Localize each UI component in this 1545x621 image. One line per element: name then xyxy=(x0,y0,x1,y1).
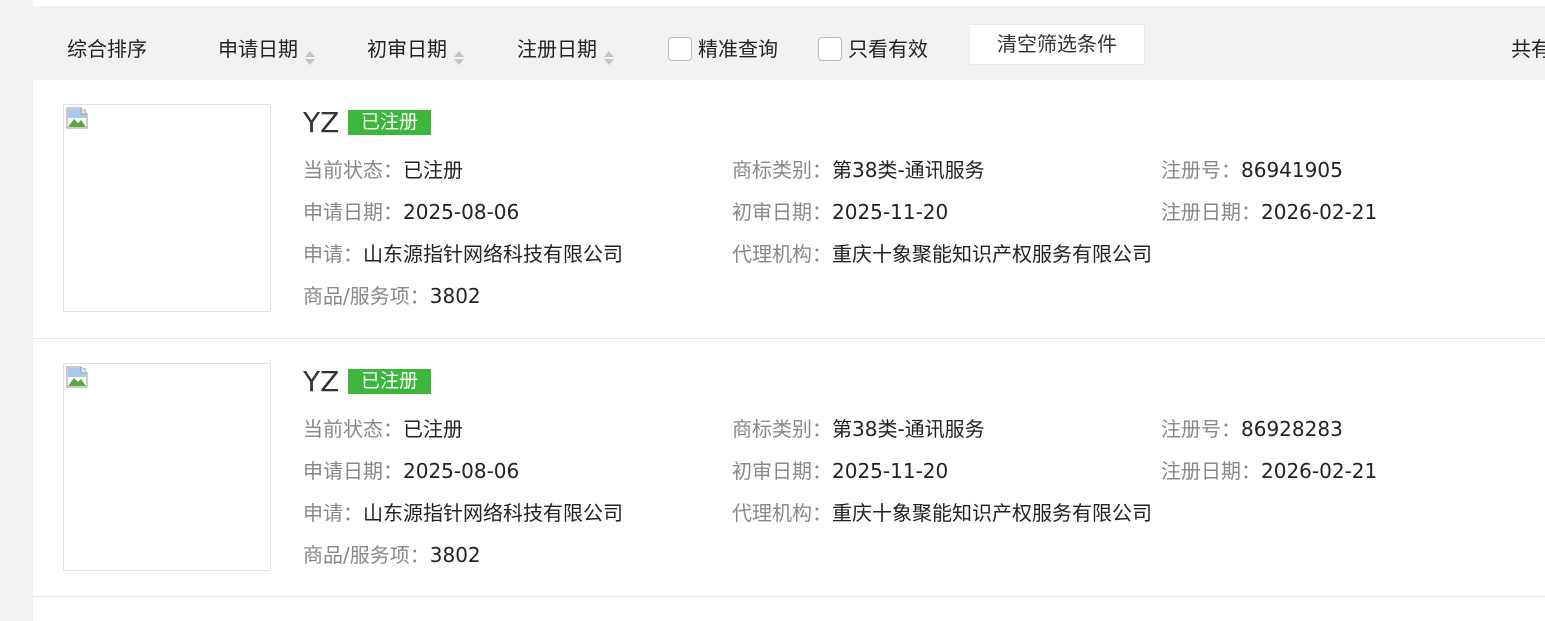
applicant-field: 申请：山东源指针网络科技有限公司 xyxy=(303,240,623,268)
field-value: 2026-02-21 xyxy=(1261,200,1378,224)
field-label: 代理机构： xyxy=(732,242,832,266)
field-value: 山东源指针网络科技有限公司 xyxy=(363,501,623,525)
exact-query-checkbox[interactable]: 精准查询 xyxy=(668,29,778,69)
category-field: 商标类别：第38类-通讯服务 xyxy=(732,415,985,443)
reg-no-field: 注册号：86941905 xyxy=(1161,156,1343,184)
field-label: 注册日期： xyxy=(1161,200,1261,224)
applicant-field: 申请：山东源指针网络科技有限公司 xyxy=(303,499,623,527)
field-label: 申请： xyxy=(303,501,363,525)
field-label: 申请： xyxy=(303,242,363,266)
field-label: 注册号： xyxy=(1161,158,1241,182)
field-value: 第38类-通讯服务 xyxy=(832,158,985,182)
goods-field: 商品/服务项：3802 xyxy=(303,282,481,310)
field-label: 商标类别： xyxy=(732,158,832,182)
reg-date-field: 注册日期：2026-02-21 xyxy=(1161,457,1377,485)
prelim-date-field: 初审日期：2025-11-20 xyxy=(732,457,948,485)
sort-apply-date[interactable]: 申请日期 xyxy=(218,29,316,69)
field-label: 初审日期： xyxy=(732,200,832,224)
sort-arrows-icon xyxy=(453,40,465,65)
sort-arrows-icon xyxy=(304,40,316,65)
field-label: 注册日期： xyxy=(1161,459,1261,483)
sort-comprehensive[interactable]: 综合排序 xyxy=(67,29,147,69)
field-label: 申请日期： xyxy=(303,200,403,224)
clear-filters-button[interactable]: 清空筛选条件 xyxy=(969,24,1145,65)
broken-image-icon xyxy=(66,366,88,388)
field-value: 2026-02-21 xyxy=(1261,459,1378,483)
field-value: 重庆十象聚能知识产权服务有限公司 xyxy=(832,242,1152,266)
field-value: 2025-11-20 xyxy=(832,200,949,224)
agency-field: 代理机构：重庆十象聚能知识产权服务有限公司 xyxy=(732,499,1152,527)
sort-prelim-date[interactable]: 初审日期 xyxy=(367,29,465,69)
field-value: 2025-08-06 xyxy=(403,200,520,224)
trademark-name[interactable]: YZ xyxy=(303,365,339,399)
reg-no-field: 注册号：86928283 xyxy=(1161,415,1343,443)
status-field: 当前状态：已注册 xyxy=(303,415,463,443)
field-value: 已注册 xyxy=(403,158,463,182)
field-value: 山东源指针网络科技有限公司 xyxy=(363,242,623,266)
field-label: 商品/服务项： xyxy=(303,543,430,567)
filter-toolbar: 综合排序 申请日期 初审日期 注册日期 精准查询 只看有效 清空筛选条件 共有 xyxy=(33,6,1545,80)
reg-date-field: 注册日期：2026-02-21 xyxy=(1161,198,1377,226)
field-value: 86941905 xyxy=(1241,158,1343,182)
checkbox-icon[interactable] xyxy=(818,36,842,61)
field-label: 代理机构： xyxy=(732,501,832,525)
apply-date-field: 申请日期：2025-08-06 xyxy=(303,457,519,485)
field-label: 初审日期： xyxy=(732,459,832,483)
result-card[interactable]: YZ 已注册 当前状态：已注册 商标类别：第38类-通讯服务 注册号：86928… xyxy=(33,339,1545,597)
status-field: 当前状态：已注册 xyxy=(303,156,463,184)
field-label: 当前状态： xyxy=(303,417,403,441)
sort-label: 综合排序 xyxy=(67,37,147,61)
field-value: 3802 xyxy=(429,284,481,308)
goods-field: 商品/服务项：3802 xyxy=(303,541,481,569)
field-label: 注册号： xyxy=(1161,417,1241,441)
field-value: 2025-08-06 xyxy=(403,459,520,483)
field-value: 2025-11-20 xyxy=(832,459,949,483)
field-label: 申请日期： xyxy=(303,459,403,483)
total-count: 共有 xyxy=(1511,37,1545,61)
result-card[interactable]: YZ 已注册 当前状态：已注册 商标类别：第38类-通讯服务 注册号：86941… xyxy=(33,80,1545,339)
agency-field: 代理机构：重庆十象聚能知识产权服务有限公司 xyxy=(732,240,1152,268)
sort-reg-date[interactable]: 注册日期 xyxy=(517,29,615,69)
trademark-name[interactable]: YZ xyxy=(303,106,339,140)
field-value: 重庆十象聚能知识产权服务有限公司 xyxy=(832,501,1152,525)
field-label: 商品/服务项： xyxy=(303,284,430,308)
field-label: 当前状态： xyxy=(303,158,403,182)
field-label: 商标类别： xyxy=(732,417,832,441)
trademark-image[interactable] xyxy=(63,104,271,312)
broken-image-icon xyxy=(66,107,88,129)
field-value: 86928283 xyxy=(1241,417,1343,441)
results-panel: 综合排序 申请日期 初审日期 注册日期 精准查询 只看有效 清空筛选条件 共有 xyxy=(33,0,1545,621)
category-field: 商标类别：第38类-通讯服务 xyxy=(732,156,985,184)
sort-label: 初审日期 xyxy=(367,37,447,61)
status-badge: 已注册 xyxy=(348,369,432,394)
sort-arrows-icon xyxy=(603,40,615,65)
field-value: 第38类-通讯服务 xyxy=(832,417,985,441)
sort-label: 申请日期 xyxy=(218,37,298,61)
sort-label: 注册日期 xyxy=(517,37,597,61)
checkbox-icon[interactable] xyxy=(668,36,692,61)
only-valid-checkbox[interactable]: 只看有效 xyxy=(818,29,928,69)
prelim-date-field: 初审日期：2025-11-20 xyxy=(732,198,948,226)
status-badge: 已注册 xyxy=(348,110,432,135)
field-value: 3802 xyxy=(429,543,481,567)
field-value: 已注册 xyxy=(403,417,463,441)
exact-query-label: 精准查询 xyxy=(698,37,778,61)
apply-date-field: 申请日期：2025-08-06 xyxy=(303,198,519,226)
only-valid-label: 只看有效 xyxy=(848,37,928,61)
trademark-image[interactable] xyxy=(63,363,271,571)
